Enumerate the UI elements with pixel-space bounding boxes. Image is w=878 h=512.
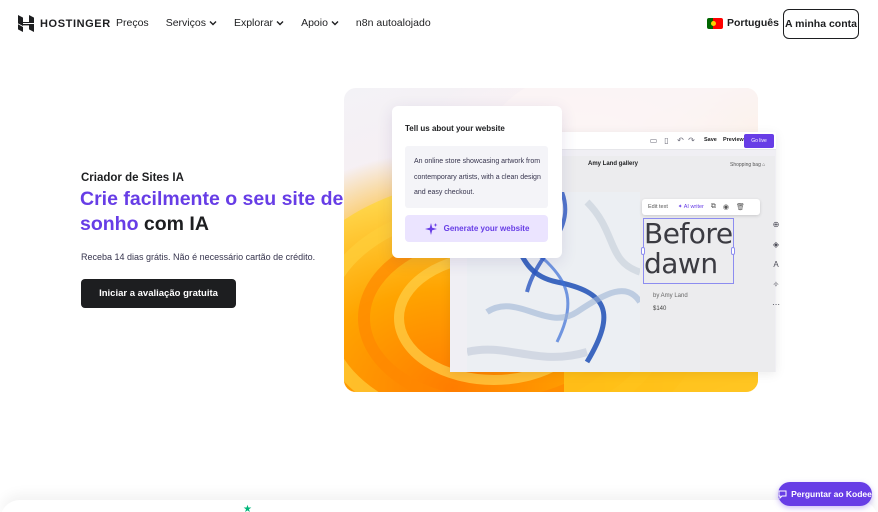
delete-icon[interactable]: 🗑 bbox=[736, 203, 745, 211]
go-live-button[interactable]: Go live bbox=[744, 134, 774, 148]
editor-side-tools: ⊕ ◈ A ✧ ⋯ bbox=[770, 220, 782, 309]
hero-title: Crie facilmente o seu site de sonho com … bbox=[80, 187, 350, 237]
next-section-edge bbox=[0, 500, 878, 512]
prompt-textarea[interactable]: An online store showcasing artwork from … bbox=[405, 146, 548, 208]
more-icon[interactable]: ⋯ bbox=[772, 300, 780, 309]
nav-item-label: Explorar bbox=[233, 17, 274, 29]
language-label: Português bbox=[727, 17, 779, 29]
hero-title-rest: com IA bbox=[138, 213, 209, 235]
generate-website-label: Generate your website bbox=[443, 224, 530, 233]
undo-icon[interactable]: ↶ bbox=[676, 136, 685, 145]
mobile-view-icon[interactable]: ▯ bbox=[662, 136, 671, 145]
desktop-view-icon[interactable]: ▭ bbox=[649, 136, 658, 145]
ai-writer-button[interactable]: ✦ AI writer bbox=[678, 204, 704, 210]
hostinger-logo-icon bbox=[18, 15, 34, 32]
ai-tools-icon[interactable]: ✧ bbox=[773, 280, 780, 289]
hostinger-logo[interactable]: HOSTINGER bbox=[18, 15, 111, 32]
bag-icon: ⌂ bbox=[762, 162, 766, 168]
nav-item-label: Serviços bbox=[165, 17, 206, 29]
nav-item-n8n[interactable]: n8n autoalojado bbox=[356, 17, 431, 29]
prompt-card-title: Tell us about your website bbox=[405, 124, 505, 133]
language-selector[interactable]: Português bbox=[707, 17, 779, 29]
sparkle-icon: ✦ bbox=[677, 204, 683, 210]
star-icon: ★ bbox=[243, 504, 252, 512]
styles-icon[interactable]: A bbox=[773, 260, 778, 269]
sparkle-icon bbox=[424, 222, 438, 235]
visibility-icon[interactable]: ◉ bbox=[723, 203, 729, 211]
shopping-bag-link[interactable]: Shopping bag ⌂ bbox=[730, 162, 765, 168]
ai-writer-label: AI writer bbox=[683, 204, 704, 210]
nav-item-apoio[interactable]: Apoio bbox=[301, 17, 339, 29]
nav-item-servicos[interactable]: Serviços bbox=[166, 17, 217, 29]
hero-eyebrow: Criador de Sites IA bbox=[81, 172, 184, 184]
site-brand: Amy Land gallery bbox=[588, 161, 639, 167]
nav-item-label: n8n autoalojado bbox=[355, 17, 431, 29]
text-edit-toolbar: Edit text ✦ AI writer ⧉ ◉ 🗑 bbox=[642, 199, 760, 215]
save-button[interactable]: Save bbox=[704, 137, 717, 143]
chevron-down-icon bbox=[276, 21, 284, 26]
resize-handle-right[interactable] bbox=[731, 247, 735, 255]
prompt-text: An online store showcasing artwork from … bbox=[414, 158, 541, 196]
nav-item-label: Preços bbox=[116, 17, 149, 29]
nav-item-explorar[interactable]: Explorar bbox=[234, 17, 284, 29]
artwork-price: $140 bbox=[653, 306, 667, 312]
redo-icon[interactable]: ↷ bbox=[687, 136, 696, 145]
artist-name: by Amy Land bbox=[653, 293, 688, 299]
top-nav: HOSTINGER Preços Serviços Explorar Apoio… bbox=[0, 0, 878, 48]
resize-handle-left[interactable] bbox=[641, 247, 645, 255]
ask-kodee-button[interactable]: Perguntar ao Kodee bbox=[778, 482, 872, 506]
hero-title-highlight: Crie facilmente o seu site de sonho bbox=[80, 188, 344, 235]
layers-icon[interactable]: ◈ bbox=[773, 240, 779, 249]
ai-prompt-card: Tell us about your website An online sto… bbox=[392, 106, 562, 258]
main-menu: Preços Serviços Explorar Apoio n8n autoa… bbox=[116, 17, 448, 29]
portugal-flag-icon bbox=[707, 17, 723, 29]
ask-kodee-label: Perguntar ao Kodee bbox=[791, 489, 872, 499]
text-selection-frame bbox=[641, 218, 735, 284]
add-icon[interactable]: ⊕ bbox=[773, 220, 780, 229]
preview-button[interactable]: Preview bbox=[723, 137, 744, 143]
edit-text-button[interactable]: Edit text bbox=[648, 204, 668, 210]
chevron-down-icon bbox=[209, 21, 217, 26]
brand-name: HOSTINGER bbox=[40, 17, 111, 30]
chat-icon bbox=[778, 490, 787, 499]
shopping-bag-label: Shopping bag bbox=[730, 162, 761, 168]
start-free-trial-button[interactable]: Iniciar a avaliação gratuita bbox=[81, 279, 236, 308]
nav-item-precos[interactable]: Preços bbox=[116, 17, 149, 29]
my-account-button[interactable]: A minha conta bbox=[783, 9, 859, 39]
generate-website-button[interactable]: Generate your website bbox=[405, 215, 548, 242]
hero-subtitle: Receba 14 dias grátis. Não é necessário … bbox=[81, 252, 316, 262]
chevron-down-icon bbox=[331, 21, 339, 26]
nav-item-label: Apoio bbox=[301, 17, 328, 29]
duplicate-icon[interactable]: ⧉ bbox=[711, 203, 716, 211]
